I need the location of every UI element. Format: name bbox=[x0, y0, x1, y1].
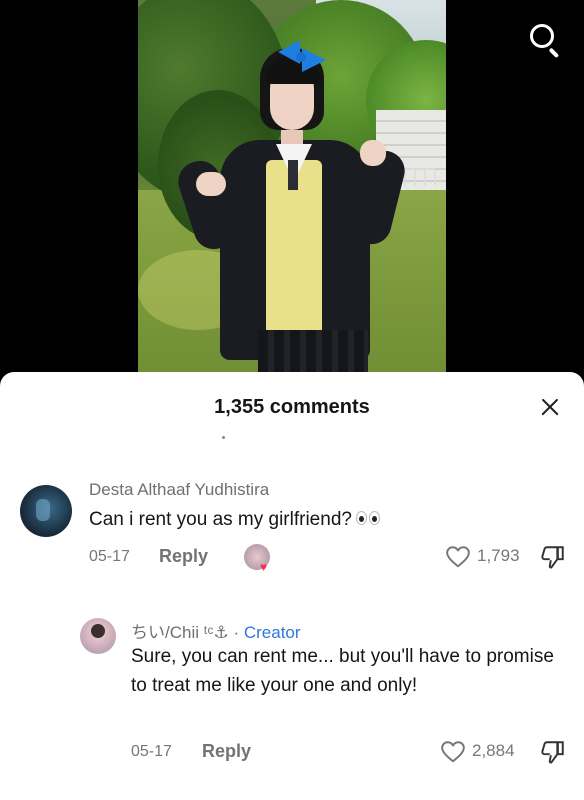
loading-dot bbox=[222, 436, 225, 439]
reply-text: Sure, you can rent me... but you'll have… bbox=[131, 646, 554, 696]
close-icon[interactable] bbox=[536, 394, 564, 422]
person-hand bbox=[360, 140, 386, 166]
hair-bow bbox=[302, 48, 326, 72]
heart-icon[interactable] bbox=[440, 739, 466, 765]
video-player[interactable] bbox=[0, 0, 584, 390]
avatar[interactable] bbox=[20, 485, 72, 537]
comment-text-content: Can i rent you as my girlfriend? bbox=[89, 509, 352, 530]
like-count: 2,884 bbox=[472, 741, 515, 760]
comment-username[interactable]: Desta Althaaf Yudhistira bbox=[89, 480, 269, 500]
video-frame[interactable] bbox=[138, 0, 446, 390]
comment-date: 05-17 bbox=[89, 548, 130, 565]
video-person bbox=[138, 0, 446, 390]
reply-username[interactable]: ちい/Chii ᵗᶜ⚓ · Creator bbox=[131, 618, 301, 643]
dislike-icon[interactable] bbox=[540, 739, 566, 765]
reply-date: 05-17 bbox=[131, 743, 172, 760]
comments-sheet: 1,355 comments Desta Althaaf Yudhistira … bbox=[0, 372, 584, 800]
eye-shape bbox=[368, 511, 380, 526]
hair-bow-knot bbox=[296, 52, 306, 62]
creator-badge: · Creator bbox=[228, 623, 301, 642]
person-hand bbox=[196, 172, 226, 196]
eye-shape bbox=[355, 511, 367, 526]
eyes-emoji-icon bbox=[355, 505, 382, 534]
dislike-icon[interactable] bbox=[540, 544, 566, 570]
search-icon-ring bbox=[530, 24, 554, 48]
liked-by-creator-heart-icon: ♥ bbox=[260, 560, 268, 574]
heart-icon[interactable] bbox=[445, 544, 471, 570]
comments-count-title: 1,355 comments bbox=[214, 396, 370, 418]
comment-text: Can i rent you as my girlfriend? bbox=[89, 505, 559, 534]
reply-button[interactable]: Reply bbox=[202, 741, 251, 762]
like-count: 1,793 bbox=[477, 546, 520, 565]
reply-button[interactable]: Reply bbox=[159, 546, 208, 567]
search-icon[interactable] bbox=[524, 20, 564, 60]
reply-username-text: ちい/Chii ᵗᶜ⚓ bbox=[131, 623, 229, 642]
avatar[interactable] bbox=[80, 618, 116, 654]
search-icon-handle bbox=[548, 47, 560, 59]
person-tie bbox=[288, 160, 298, 190]
